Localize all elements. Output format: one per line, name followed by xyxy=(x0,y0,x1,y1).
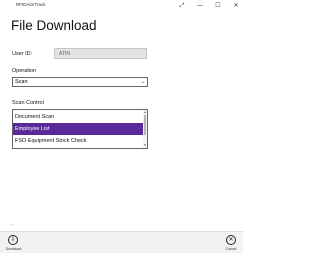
title-bar: RFIDAimTrack ⤢ — ☐ ✕ xyxy=(0,0,243,12)
app-title: RFIDAimTrack xyxy=(16,2,46,7)
scrollbar-thumb[interactable] xyxy=(144,115,146,135)
scan-control-label: Scan Control xyxy=(12,100,44,106)
scan-control-list[interactable]: Document Scan Employee List FSO Equipmen… xyxy=(12,109,148,149)
download-icon: ⇩ xyxy=(8,235,18,245)
list-item-selected[interactable]: Employee List xyxy=(13,123,144,135)
minimize-icon[interactable]: — xyxy=(194,1,206,11)
app-bar: ⇩ Download ✕ Cancel xyxy=(0,231,243,253)
more-icon[interactable]: … xyxy=(10,221,15,227)
expand-icon[interactable]: ⤢ xyxy=(176,1,188,11)
scroll-up-icon[interactable]: ▴ xyxy=(143,110,147,114)
cancel-label: Cancel xyxy=(225,247,237,251)
cancel-icon: ✕ xyxy=(226,235,236,245)
close-icon[interactable]: ✕ xyxy=(230,1,242,11)
list-item[interactable]: Document Scan xyxy=(13,111,144,123)
maximize-icon[interactable]: ☐ xyxy=(212,1,224,11)
user-id-label: User ID: xyxy=(12,51,33,57)
chevron-down-icon: ⌄ xyxy=(140,79,145,85)
operation-label: Operation xyxy=(12,68,37,74)
user-id-field: ATIN xyxy=(54,48,147,59)
operation-selected-value: Scan xyxy=(15,79,28,85)
download-label: Download xyxy=(5,247,22,251)
list-item[interactable]: FSO Equipment Stock Check xyxy=(13,135,144,147)
download-button[interactable]: ⇩ Download xyxy=(0,234,30,253)
operation-select[interactable]: Scan ⌄ xyxy=(12,77,148,87)
scrollbar[interactable]: ▴ ▾ xyxy=(143,110,147,148)
scroll-down-icon[interactable]: ▾ xyxy=(143,143,147,147)
page-title: File Download xyxy=(11,18,97,33)
cancel-button[interactable]: ✕ Cancel xyxy=(216,234,246,253)
